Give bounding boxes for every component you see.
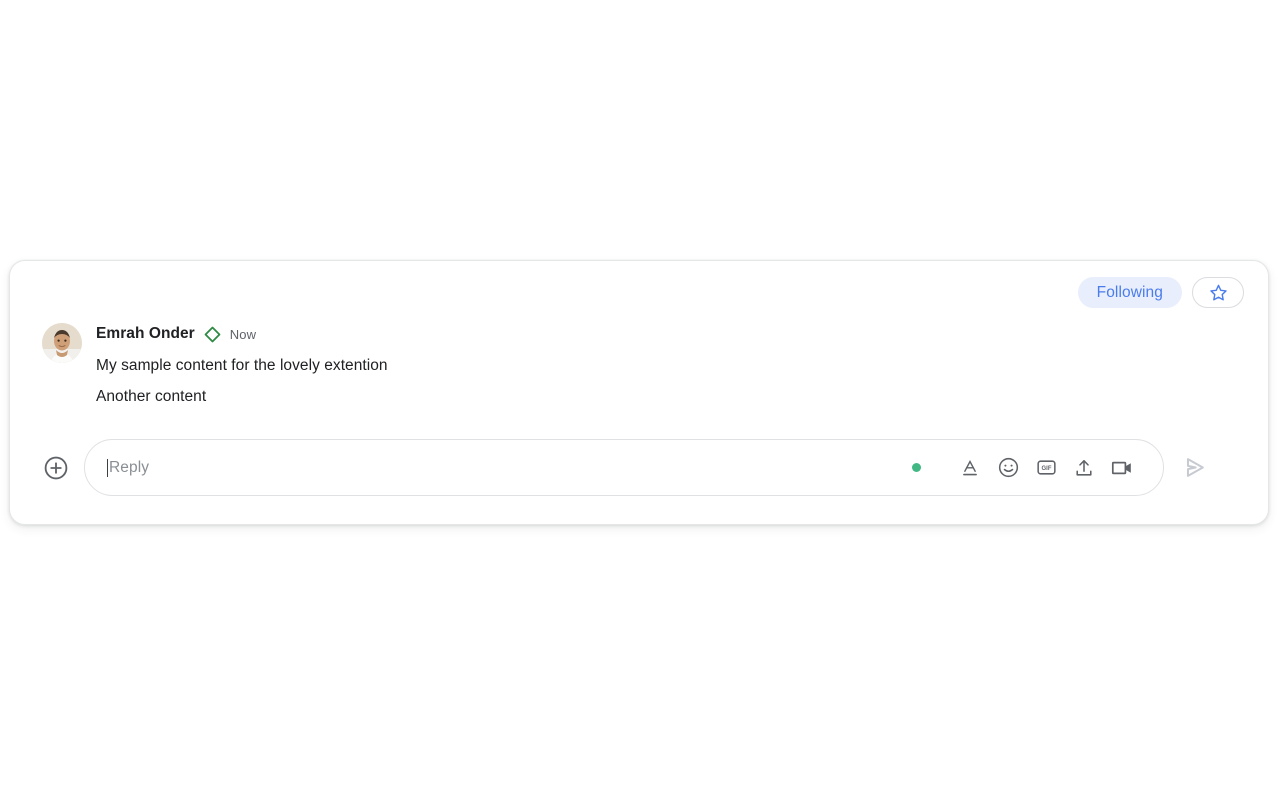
gif-button[interactable]: GIF [1027,449,1065,487]
composer-tools: GIF [912,449,1141,487]
avatar[interactable] [42,323,82,363]
page-root: Following Emrah Onder Now My sample cont… [0,0,1280,800]
message-text-line: Another content [96,388,207,405]
message-body: Emrah Onder Now My sample content for th… [96,323,388,412]
message-text-line: My sample content for the lovely extenti… [96,357,388,374]
reply-input-container[interactable]: Reply GIF [84,439,1164,496]
star-button[interactable] [1192,277,1244,308]
plus-circle-icon [43,455,69,481]
format-text-icon [959,457,981,479]
emoji-button[interactable] [989,449,1027,487]
add-attachment-button[interactable] [42,454,70,482]
message-header: Emrah Onder Now [96,325,388,343]
user-avatar-photo [42,323,82,363]
svg-text:GIF: GIF [1041,466,1051,472]
green-diamond-badge-icon [204,326,221,343]
upload-button[interactable] [1065,449,1103,487]
following-button[interactable]: Following [1077,277,1182,308]
reply-input[interactable]: Reply [107,458,912,477]
timestamp: Now [229,326,257,342]
text-caret [107,458,108,477]
video-camera-button[interactable] [1103,449,1141,487]
send-icon [1181,454,1208,481]
sender-name: Emrah Onder [96,325,195,342]
reply-bar: Reply GIF [42,439,1244,496]
format-text-button[interactable] [951,449,989,487]
status-dot [912,463,921,472]
card-actions: Following [1077,277,1244,308]
emoji-icon [997,456,1020,479]
reply-placeholder-text: Reply [109,458,150,476]
star-outline-icon [1209,283,1228,302]
upload-icon [1073,457,1095,479]
gif-icon: GIF [1035,456,1058,479]
conversation-card: Following Emrah Onder Now My sample cont… [9,260,1269,525]
send-button[interactable] [1174,448,1214,488]
message-row: Emrah Onder Now My sample content for th… [42,323,1244,412]
video-camera-icon [1110,456,1134,480]
